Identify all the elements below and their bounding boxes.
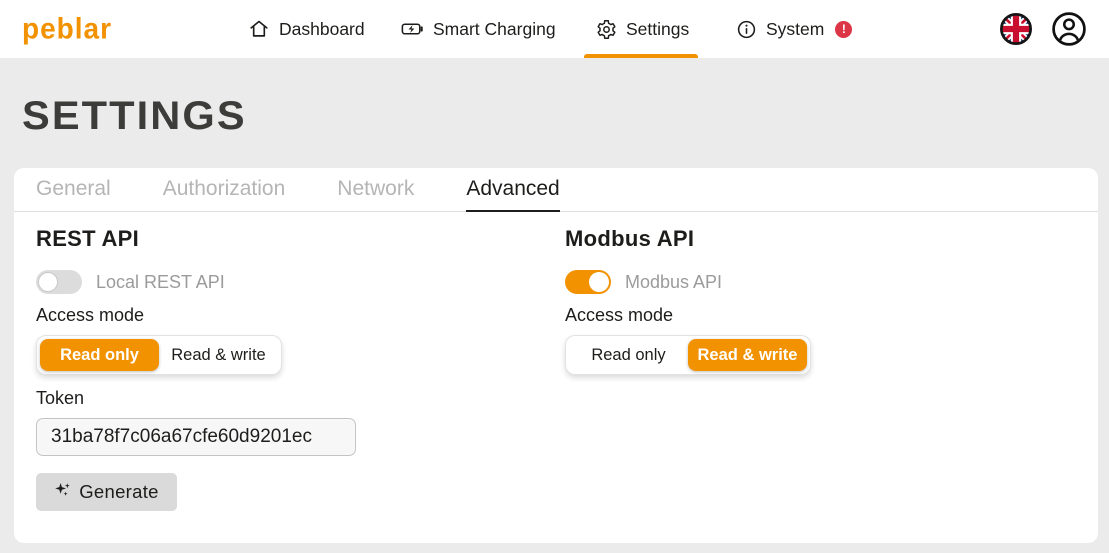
- brand-logo: peblar: [22, 12, 112, 46]
- sparkles-icon: [54, 481, 72, 504]
- nav-item-settings[interactable]: Settings: [596, 0, 689, 58]
- modbus-read-only-option[interactable]: Read only: [569, 339, 688, 371]
- home-icon: [248, 18, 270, 40]
- nav-item-label: Settings: [626, 19, 689, 40]
- nav-item-label: Dashboard: [279, 19, 365, 40]
- rest-access-mode-switch: Read only Read & write: [36, 335, 282, 375]
- settings-card: General Authorization Network Advanced R…: [14, 168, 1098, 543]
- modbus-api-toggle[interactable]: [565, 270, 611, 294]
- toggle-label: Local REST API: [96, 272, 225, 293]
- nav-item-label: Smart Charging: [433, 19, 556, 40]
- token-input[interactable]: [36, 418, 356, 456]
- generate-button-label: Generate: [79, 481, 159, 503]
- local-rest-api-toggle-row: Local REST API: [36, 270, 225, 294]
- access-mode-label: Access mode: [565, 305, 673, 326]
- active-nav-indicator: [584, 54, 698, 58]
- language-flag-button[interactable]: [999, 12, 1033, 46]
- toggle-knob: [38, 272, 58, 292]
- nav-item-system[interactable]: System !: [736, 0, 852, 58]
- generate-token-button[interactable]: Generate: [36, 473, 177, 511]
- user-avatar-icon: [1050, 35, 1088, 52]
- account-button[interactable]: [1050, 10, 1088, 48]
- tab-network[interactable]: Network: [337, 168, 414, 212]
- token-label: Token: [36, 388, 84, 409]
- top-navbar: peblar Dashboard Smart Charging Set: [0, 0, 1109, 58]
- nav-item-label: System: [766, 19, 824, 40]
- charging-icon: [400, 18, 424, 40]
- tab-advanced[interactable]: Advanced: [466, 168, 559, 212]
- rest-read-only-option[interactable]: Read only: [40, 339, 159, 371]
- modbus-access-mode-switch: Read only Read & write: [565, 335, 811, 375]
- info-icon: [736, 19, 757, 40]
- rest-read-write-option[interactable]: Read & write: [159, 339, 278, 371]
- local-rest-api-toggle[interactable]: [36, 270, 82, 294]
- modbus-read-write-option[interactable]: Read & write: [688, 339, 807, 371]
- access-mode-label: Access mode: [36, 305, 144, 326]
- gear-icon: [596, 19, 617, 40]
- settings-tabs: General Authorization Network Advanced: [14, 168, 1098, 212]
- toggle-label: Modbus API: [625, 272, 722, 293]
- nav-item-dashboard[interactable]: Dashboard: [248, 0, 365, 58]
- tab-authorization[interactable]: Authorization: [163, 168, 286, 212]
- tab-general[interactable]: General: [36, 168, 111, 212]
- system-alert-badge: !: [835, 21, 852, 38]
- toggle-knob: [589, 272, 609, 292]
- modbus-api-toggle-row: Modbus API: [565, 270, 722, 294]
- page-title: SETTINGS: [22, 94, 247, 139]
- uk-flag-icon: [999, 33, 1033, 50]
- nav-item-smart-charging[interactable]: Smart Charging: [400, 0, 556, 58]
- modbus-api-title: Modbus API: [565, 226, 694, 252]
- rest-api-title: REST API: [36, 226, 139, 252]
